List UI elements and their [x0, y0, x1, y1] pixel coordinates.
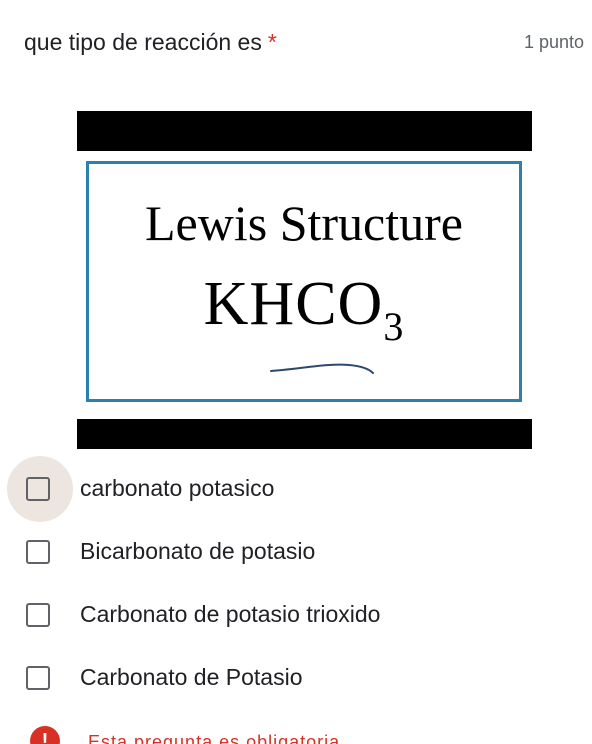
option-label[interactable]: Carbonato de potasio trioxido	[80, 599, 380, 629]
alert-icon: !	[30, 726, 60, 744]
chemical-formula: KHCO3	[89, 269, 519, 349]
points-label: 1 punto	[523, 32, 584, 52]
option-item[interactable]: Carbonato de Potasio	[0, 645, 592, 708]
image-content: Lewis Structure KHCO3	[77, 151, 532, 419]
option-item[interactable]: Carbonato de potasio trioxido	[0, 582, 592, 645]
checkbox[interactable]	[26, 666, 50, 690]
option-item[interactable]: Bicarbonato de potasio	[0, 519, 592, 582]
option-label[interactable]: Carbonato de Potasio	[80, 662, 303, 692]
question-header: que tipo de reacción es * 1 punto	[24, 24, 584, 60]
question-card: que tipo de reacción es * 1 punto Lewis S…	[0, 0, 592, 744]
question-title-text: que tipo de reacción es	[24, 29, 262, 55]
option-label[interactable]: carbonato potasico	[80, 473, 274, 503]
image-frame: Lewis Structure KHCO3	[86, 161, 522, 402]
checkbox[interactable]	[26, 477, 50, 501]
underline-swoosh	[270, 363, 374, 374]
option-label[interactable]: Bicarbonato de potasio	[80, 536, 315, 566]
checkbox[interactable]	[26, 540, 50, 564]
question-title: que tipo de reacción es *	[24, 24, 277, 60]
required-asterisk: *	[267, 29, 277, 55]
formula-subscript: 3	[383, 304, 405, 349]
image-heading: Lewis Structure	[145, 195, 463, 251]
question-image: Lewis Structure KHCO3	[77, 111, 532, 449]
checkbox[interactable]	[26, 603, 50, 627]
option-item[interactable]: carbonato potasico	[0, 456, 592, 522]
formula-main: KHCO	[203, 270, 384, 338]
required-error-text: Esta pregunta es obligatoria	[88, 732, 341, 744]
options-list: carbonato potasico Bicarbonato de potasi…	[0, 456, 592, 708]
